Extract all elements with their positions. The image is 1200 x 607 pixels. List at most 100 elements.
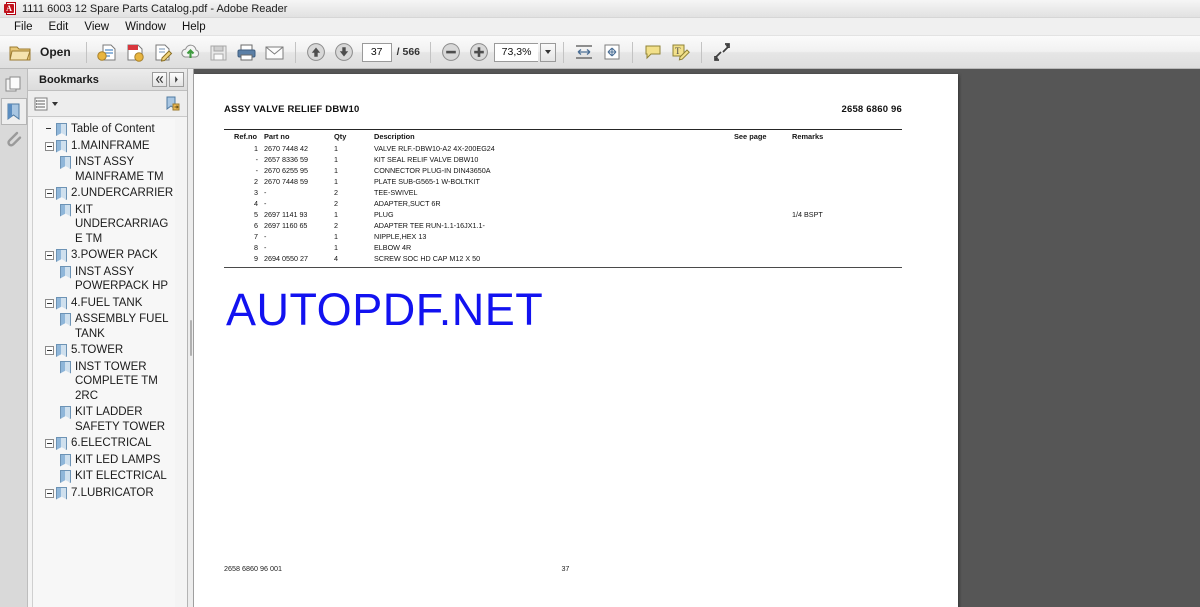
bookmark-item[interactable]: INST ASSY POWERPACK HP <box>33 264 175 295</box>
zoom-dropdown-button[interactable] <box>540 42 557 62</box>
expander-minus-icon[interactable] <box>45 251 54 260</box>
cell-remarks <box>792 143 902 154</box>
rail-page-thumbnails-button[interactable] <box>1 71 27 98</box>
comment-button[interactable] <box>640 39 666 65</box>
menu-window[interactable]: Window <box>117 20 174 34</box>
bookmark-item[interactable]: KIT UNDERCARRIAGE TM <box>33 202 175 248</box>
fit-page-button[interactable] <box>599 39 625 65</box>
expander-minus-icon[interactable] <box>45 439 54 448</box>
bookmark-item[interactable]: 5.TOWER <box>33 342 175 359</box>
store-in-cloud-button[interactable] <box>178 39 204 65</box>
cell-part: 2657 8336 59 <box>264 155 308 164</box>
expander-minus-icon[interactable] <box>45 189 54 198</box>
document-heading-row: ASSY VALVE RELIEF DBW10 2658 6860 96 <box>224 104 902 115</box>
zoom-out-icon <box>441 42 461 62</box>
bookmark-item[interactable]: KIT ELECTRICAL <box>33 468 175 485</box>
toolbar-separator-3 <box>430 41 432 63</box>
bookmark-item[interactable]: 2.UNDERCARRIER <box>33 185 175 202</box>
bookmark-item[interactable]: KIT LED LAMPS <box>33 452 175 469</box>
bookmark-options-button[interactable] <box>34 97 58 111</box>
cell-qty: 1 <box>334 232 338 241</box>
edit-pdf-button[interactable] <box>150 39 176 65</box>
cell-desc: KIT SEAL RELIF VALVE DBW10 <box>374 155 479 164</box>
menu-help[interactable]: Help <box>174 20 214 34</box>
cell-qty: 2 <box>334 188 338 197</box>
previous-page-button[interactable] <box>303 39 329 65</box>
bookmark-item[interactable]: 7.LUBRICATOR <box>33 485 175 502</box>
bookmark-item[interactable]: 4.FUEL TANK <box>33 295 175 312</box>
bookmarks-list: Table of Content 1.MAINFRAME INST ASSY MAI… <box>33 119 175 501</box>
splitter-grip <box>189 320 192 356</box>
bookmark-label: 6.ELECTRICAL <box>71 437 152 449</box>
bookmark-icon <box>60 313 71 326</box>
page-number-input[interactable]: 37 <box>361 42 392 62</box>
create-pdf-icon <box>96 43 117 62</box>
zoom-in-button[interactable] <box>466 39 492 65</box>
collapse-panel-button[interactable] <box>152 72 167 87</box>
open-file-button[interactable] <box>6 39 34 65</box>
cell-remarks <box>792 176 902 187</box>
export-pdf-button[interactable] <box>122 39 148 65</box>
menu-file[interactable]: File <box>6 20 41 34</box>
bookmark-options-icon <box>34 97 49 111</box>
bookmark-item[interactable]: ASSEMBLY FUEL TANK <box>33 311 175 342</box>
save-button[interactable] <box>206 39 232 65</box>
expander-minus-icon[interactable] <box>45 488 54 498</box>
create-pdf-button[interactable] <box>94 39 120 65</box>
bookmark-item[interactable]: Table of Content <box>33 121 175 138</box>
cell-part: - <box>264 199 267 208</box>
bookmark-item[interactable]: INST ASSY MAINFRAME TM <box>33 154 175 185</box>
open-folder-icon <box>9 43 31 62</box>
fit-width-button[interactable] <box>571 39 597 65</box>
cell-ref: - <box>255 166 258 175</box>
bookmark-item[interactable]: 3.POWER PACK <box>33 247 175 264</box>
cell-see <box>734 187 792 198</box>
cell-ref: 4 <box>254 199 258 208</box>
bookmark-label: 4.FUEL TANK <box>71 296 143 309</box>
rail-bookmarks-button[interactable] <box>0 98 27 125</box>
attachments-icon <box>5 130 22 147</box>
zoom-level-input[interactable]: 73,3% <box>494 42 539 62</box>
next-page-icon <box>334 42 354 62</box>
new-bookmark-button[interactable] <box>165 96 181 111</box>
email-button[interactable] <box>262 39 288 65</box>
toolbar-separator-6 <box>701 41 703 63</box>
bookmarks-panel: Bookmarks Table of Content 1.MAINFRAME I… <box>28 69 188 607</box>
bookmark-icon <box>60 470 71 483</box>
bookmark-icon <box>56 123 67 136</box>
bookmark-item[interactable]: 1.MAINFRAME <box>33 138 175 155</box>
cell-ref: 2 <box>254 177 258 186</box>
cell-qty: 1 <box>334 243 338 252</box>
menu-edit[interactable]: Edit <box>41 20 77 34</box>
bookmark-item[interactable]: INST TOWER COMPLETE TM 2RC <box>33 359 175 405</box>
highlight-text-button[interactable]: T <box>668 39 694 65</box>
bookmark-label: KIT LED LAMPS <box>75 453 161 466</box>
bookmark-item[interactable]: 6.ELECTRICAL <box>33 435 175 452</box>
next-page-button[interactable] <box>331 39 357 65</box>
document-viewport[interactable]: ASSY VALVE RELIEF DBW10 2658 6860 96 Ref… <box>194 69 1200 607</box>
bookmark-item[interactable]: KIT LADDER SAFETY TOWER <box>33 404 175 435</box>
rail-attachments-button[interactable] <box>1 125 27 152</box>
page-total-label: / 566 <box>396 46 421 58</box>
cell-remarks <box>792 220 902 231</box>
expander-minus-icon[interactable] <box>45 298 54 308</box>
cell-ref: 5 <box>254 210 258 219</box>
cell-remarks <box>792 165 902 176</box>
cell-remarks <box>792 198 902 209</box>
menu-view[interactable]: View <box>76 20 117 34</box>
bookmarks-scroll-area[interactable]: Table of Content 1.MAINFRAME INST ASSY MAI… <box>32 119 175 607</box>
bookmark-label: KIT UNDERCARRIAGE TM <box>75 203 169 245</box>
zoom-out-button[interactable] <box>438 39 464 65</box>
expander-minus-icon[interactable] <box>45 141 54 151</box>
expander-minus-icon[interactable] <box>45 346 54 355</box>
page-title: ASSY VALVE RELIEF DBW10 <box>224 104 360 115</box>
cell-see <box>734 220 792 231</box>
watermark: AUTOPDF.NET <box>226 284 544 335</box>
open-label[interactable]: Open <box>36 45 79 59</box>
bookmark-icon <box>60 156 71 169</box>
new-bookmark-icon <box>165 96 181 111</box>
print-button[interactable] <box>234 39 260 65</box>
bookmark-label: ASSEMBLY FUEL TANK <box>75 313 169 340</box>
expand-panel-button[interactable] <box>169 72 184 87</box>
read-mode-button[interactable] <box>709 39 735 65</box>
